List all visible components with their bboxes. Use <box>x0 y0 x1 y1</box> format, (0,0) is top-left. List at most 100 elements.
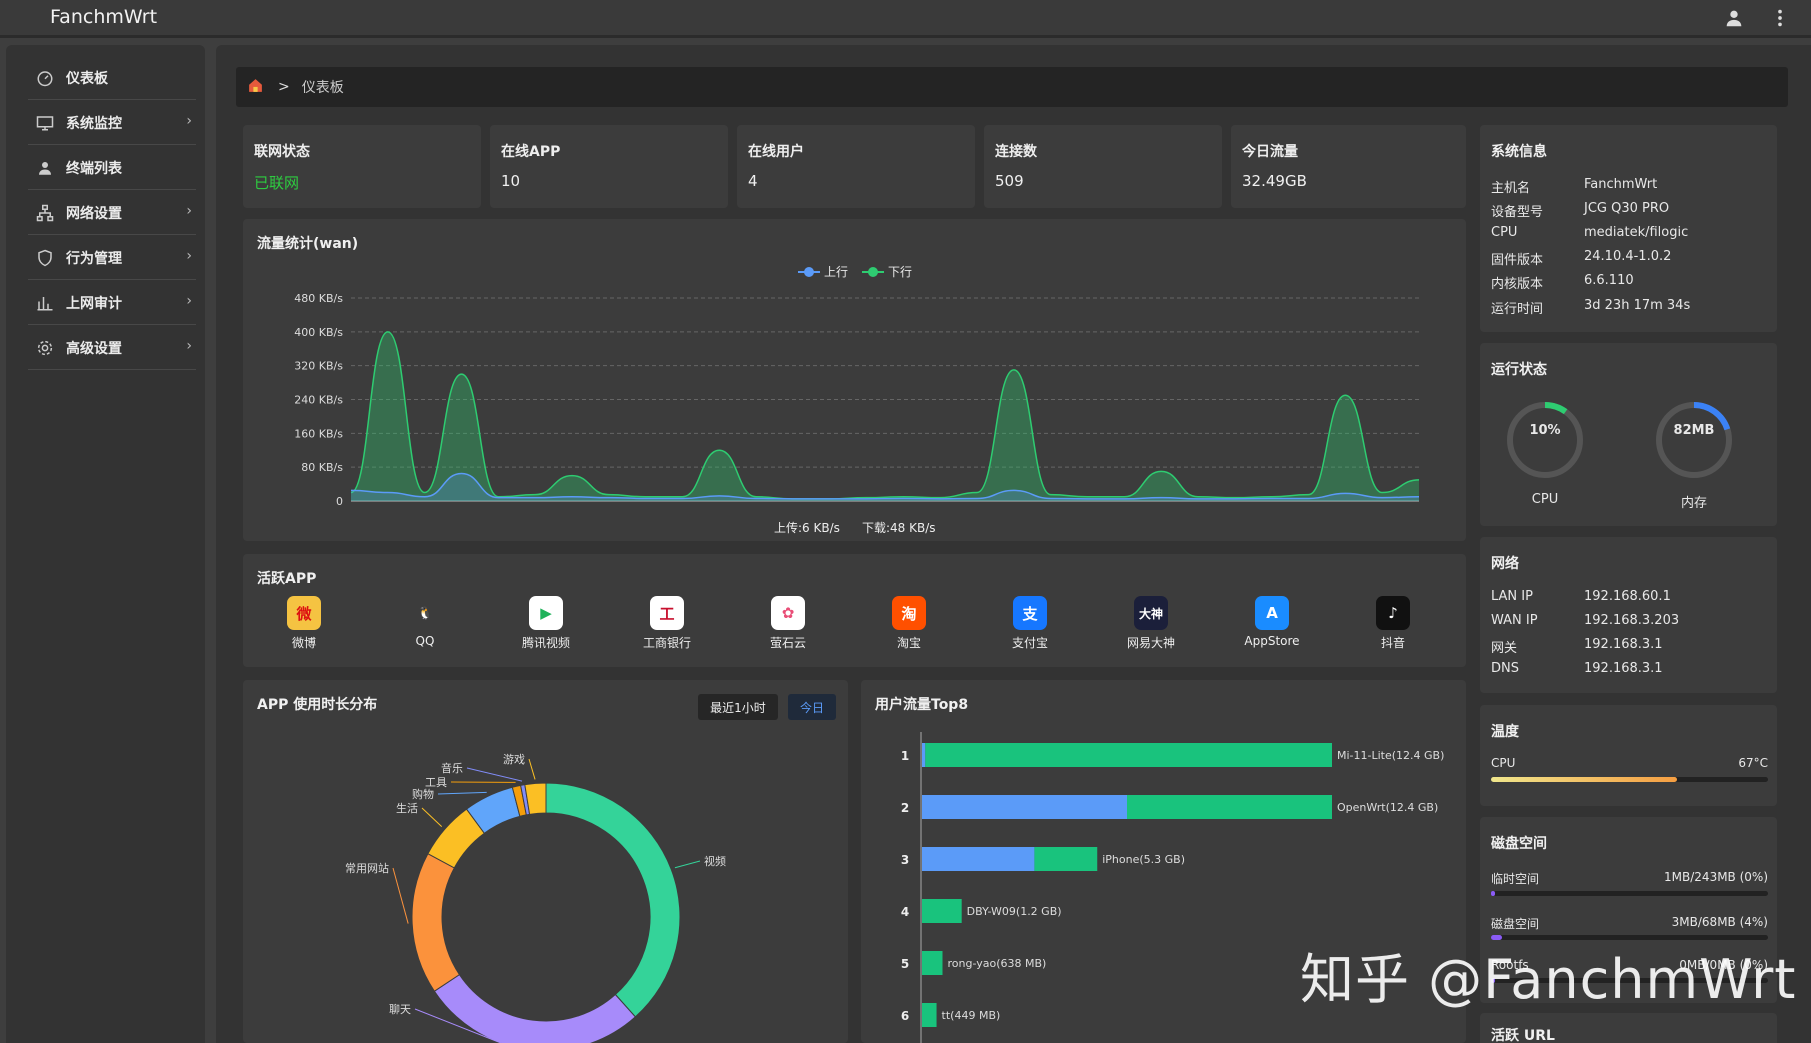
donut-label: 音乐 <box>441 761 463 775</box>
y-tick-label: 320 KB/s <box>294 360 343 373</box>
bar-upload[interactable] <box>922 795 1127 819</box>
bar-label: Mi-11-Lite(12.4 GB) <box>1337 749 1444 762</box>
y-tick-label: 0 <box>336 495 343 508</box>
stat-value: 4 <box>748 172 758 190</box>
stat-card-online-app: 在线APP 10 <box>490 125 728 208</box>
app-item[interactable]: ✿ 萤石云 <box>753 596 823 651</box>
network-card: 网络 LAN IP 192.168.60.1 WAN IP 192.168.3.20… <box>1480 537 1777 693</box>
temperature-label: CPU <box>1491 756 1516 770</box>
bar-download[interactable] <box>925 743 1332 767</box>
bar-upload[interactable] <box>922 743 926 767</box>
app-item[interactable]: 支支付宝 <box>995 596 1065 651</box>
bar-rank: 2 <box>901 801 909 815</box>
app-name: QQ <box>415 634 435 648</box>
app-item[interactable]: 淘淘宝 <box>874 596 944 651</box>
sidebar-item-behavior[interactable]: 行为管理 › <box>28 236 196 280</box>
cpu-gauge-value: 10% <box>1529 423 1561 438</box>
stat-label: 联网状态 <box>254 144 310 160</box>
appstore-icon: A <box>1255 596 1289 630</box>
app-item[interactable]: A AppStore <box>1237 596 1307 648</box>
stat-card-online-users: 在线用户 4 <box>737 125 975 208</box>
info-value: FanchmWrt <box>1584 177 1658 192</box>
disk-row-tmp-label: 临时空间 <box>1491 872 1540 886</box>
chevron-right-icon: › <box>186 338 192 354</box>
stat-label: 连接数 <box>995 144 1037 160</box>
dashboard-icon <box>37 70 53 86</box>
bar-upload[interactable] <box>922 847 1035 871</box>
y-tick-label: 400 KB/s <box>294 326 343 339</box>
sidebar-item-system-monitor[interactable]: 系统监控 › <box>28 101 196 145</box>
donut-slice[interactable] <box>411 853 461 992</box>
netease-dashen-icon: 大神 <box>1134 596 1168 630</box>
info-key: 运行时间 <box>1491 302 1544 317</box>
stat-card-today-traffic: 今日流量 32.49GB <box>1231 125 1466 208</box>
active-apps-title: 活跃APP <box>257 571 317 587</box>
bar-rank: 4 <box>901 905 909 919</box>
app-item[interactable]: 大神 网易大神 <box>1116 596 1186 651</box>
sidebar-item-advanced[interactable]: 高级设置 › <box>28 326 196 370</box>
bar-download[interactable] <box>922 951 943 975</box>
temperature-track <box>1491 777 1768 782</box>
traffic-chart: 480 KB/s 400 KB/s 320 KB/s 240 KB/s 160 KB/s… <box>294 292 1420 508</box>
info-key: 内核版本 <box>1491 277 1544 292</box>
sidebar-item-label: 终端列表 <box>66 160 122 177</box>
donut-label: 购物 <box>412 787 434 801</box>
sidebar-item-label: 仪表板 <box>66 70 108 87</box>
disk-title: 磁盘空间 <box>1491 836 1547 852</box>
app-item[interactable]: 微微博 <box>269 596 339 651</box>
disk-row-tmp-value: 1MB/243MB (0%) <box>1664 870 1768 884</box>
info-key: 固件版本 <box>1491 253 1544 268</box>
donut-slice[interactable] <box>545 782 681 1018</box>
home-icon[interactable] <box>247 77 264 98</box>
info-key: WAN IP <box>1491 613 1538 628</box>
bar-download[interactable] <box>922 899 962 923</box>
donut-leader-line <box>674 860 701 869</box>
sidebar-item-terminals[interactable]: 终端列表 <box>28 146 196 190</box>
breadcrumb: > 仪表板 <box>236 67 1788 107</box>
bar-download[interactable] <box>1127 795 1332 819</box>
bar-rank: 5 <box>901 957 909 971</box>
user-icon[interactable] <box>1720 4 1748 32</box>
info-key: 网关 <box>1491 641 1518 656</box>
app-item[interactable]: ♪ 抖音 <box>1358 596 1428 651</box>
app-item[interactable]: ▶ 腾讯视频 <box>511 596 581 651</box>
sidebar-item-label: 高级设置 <box>66 340 122 357</box>
bar-rank: 6 <box>901 1009 909 1023</box>
watermark: 知乎 @FanchmWrt <box>1300 948 1797 1011</box>
y-tick-label: 480 KB/s <box>294 292 343 305</box>
system-info-title: 系统信息 <box>1491 144 1547 160</box>
network-title: 网络 <box>1491 556 1519 572</box>
info-key: 主机名 <box>1491 181 1531 196</box>
info-value: mediatek/filogic <box>1584 225 1689 240</box>
bar-download[interactable] <box>922 1003 937 1027</box>
top-bar: FanchmWrt <box>0 0 1811 38</box>
info-value: 192.168.3.1 <box>1584 661 1663 676</box>
donut-slice[interactable] <box>433 973 637 1043</box>
sidebar-item-network[interactable]: 网络设置 › <box>28 191 196 235</box>
active-url-title: 活跃 URL <box>1491 1028 1555 1043</box>
info-key: CPU <box>1491 225 1518 240</box>
sidebar-item-audit[interactable]: 上网审计 › <box>28 281 196 325</box>
more-vertical-icon[interactable] <box>1766 4 1794 32</box>
temperature-title: 温度 <box>1491 724 1519 740</box>
stat-value: 32.49GB <box>1242 172 1307 190</box>
monitor-icon <box>36 115 54 130</box>
disk-tmp-fill <box>1491 891 1496 896</box>
breadcrumb-current: 仪表板 <box>301 80 344 96</box>
info-value: JCG Q30 PRO <box>1584 201 1670 216</box>
sidebar-item-label: 网络设置 <box>66 205 122 222</box>
donut-label: 工具 <box>425 776 447 789</box>
info-value: 24.10.4-1.0.2 <box>1584 249 1672 264</box>
disk-row-disk-value: 3MB/68MB (4%) <box>1671 915 1768 929</box>
y-tick-label: 160 KB/s <box>294 427 343 440</box>
bar-label: iPhone(5.3 GB) <box>1102 853 1185 866</box>
bar-download[interactable] <box>1034 847 1098 871</box>
app-item[interactable]: 工工商银行 <box>632 596 702 651</box>
runtime-status-card: 运行状态 10% 82MB CPU 内存 <box>1480 343 1777 526</box>
app-item[interactable]: 🐧 QQ <box>390 596 460 648</box>
stat-card-network-status: 联网状态 已联网 <box>243 125 481 208</box>
sidebar-item-label: 上网审计 <box>66 295 122 312</box>
sidebar-item-dashboard[interactable]: 仪表板 <box>28 56 196 100</box>
bar-label: DBY-W09(1.2 GB) <box>967 905 1062 918</box>
qq-icon: 🐧 <box>408 596 442 630</box>
